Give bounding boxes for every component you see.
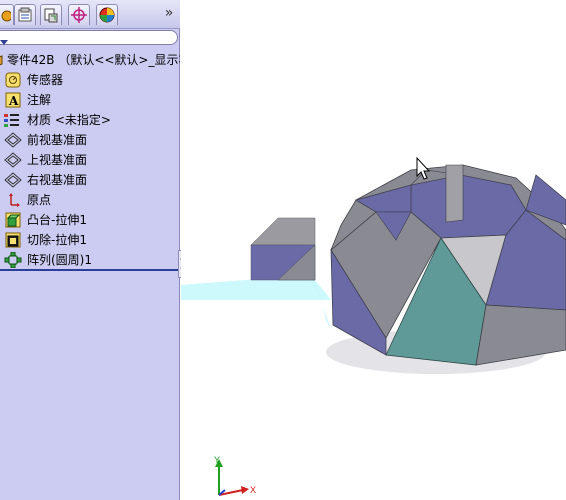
model-clipped-segment[interactable] (250, 217, 316, 281)
configuration-icon (44, 8, 58, 23)
feature-manager-tab[interactable] (0, 4, 14, 25)
svg-text:A: A (8, 94, 19, 108)
annotation-icon: A (5, 92, 21, 108)
plane-icon (4, 152, 22, 168)
tree-item-label: 原点 (27, 193, 52, 207)
tree-item-label: 前视基准面 (27, 133, 88, 147)
tree-item-label: 传感器 (27, 73, 64, 87)
feature-manager-panel: » 零件42B （默认<<默认>_显示状 传感器 A 注解 材质 <未指定> 前… (0, 0, 180, 500)
triad-y-label: Y (214, 455, 220, 465)
tree-filter-input[interactable] (0, 30, 178, 45)
boss-extrude-icon (5, 212, 21, 228)
tree-item-label: 阵列(圆周)1 (27, 253, 92, 267)
crosshair-icon (71, 7, 87, 23)
tree-item-annotations[interactable]: A 注解 (0, 90, 180, 110)
feature-tree: 零件42B （默认<<默认>_显示状 传感器 A 注解 材质 <未指定> 前视基… (0, 50, 180, 270)
tree-item-label: 右视基准面 (27, 173, 88, 187)
tree-item-right-plane[interactable]: 右视基准面 (0, 170, 180, 190)
3d-model-view[interactable] (181, 0, 566, 500)
manager-tab-bar: » (0, 0, 180, 29)
graphics-area[interactable]: Y X (181, 0, 566, 500)
tree-item-material[interactable]: 材质 <未指定> (0, 110, 180, 130)
property-icon (18, 7, 32, 22)
configuration-manager-tab[interactable] (40, 4, 62, 25)
property-manager-tab[interactable] (14, 4, 36, 25)
tree-item-label: 材质 <未指定> (27, 113, 111, 127)
material-icon (3, 112, 19, 128)
tree-item-label: 切除-拉伸1 (27, 233, 87, 247)
cut-extrude-icon (5, 232, 21, 248)
more-tabs-button[interactable]: » (162, 4, 176, 22)
origin-icon (5, 192, 21, 208)
model-octagonal-part[interactable] (330, 164, 566, 366)
tree-item-cut-extrude[interactable]: 切除-拉伸1 (0, 230, 180, 250)
tree-root-label: 零件42B （默认<<默认>_显示状 (7, 53, 180, 67)
display-manager-tab[interactable] (96, 4, 118, 25)
tree-item-circular-pattern[interactable]: 阵列(圆周)1 (0, 250, 180, 270)
display-pie-icon (99, 7, 115, 23)
tree-item-origin[interactable]: 原点 (0, 190, 180, 210)
circular-pattern-icon (4, 251, 22, 269)
tree-item-top-plane[interactable]: 上视基准面 (0, 150, 180, 170)
tree-item-front-plane[interactable]: 前视基准面 (0, 130, 180, 150)
filter-dropdown-icon[interactable] (0, 40, 8, 45)
rollback-bar[interactable] (0, 269, 178, 271)
tree-item-sensors[interactable]: 传感器 (0, 70, 180, 90)
triad-x-label: X (250, 485, 256, 495)
sensor-icon (5, 72, 21, 88)
tree-item-label: 注解 (27, 93, 52, 107)
plane-icon (4, 172, 22, 188)
tree-item-boss-extrude[interactable]: 凸台-拉伸1 (0, 210, 180, 230)
reference-triad: Y X (214, 455, 256, 496)
feature-tree-icon (1, 10, 11, 22)
tree-item-label: 上视基准面 (27, 153, 88, 167)
tree-item-label: 凸台-拉伸1 (27, 213, 87, 227)
plane-icon (4, 132, 22, 148)
dimxpert-tab[interactable] (68, 4, 90, 25)
tree-root-part[interactable]: 零件42B （默认<<默认>_显示状 (0, 50, 180, 70)
